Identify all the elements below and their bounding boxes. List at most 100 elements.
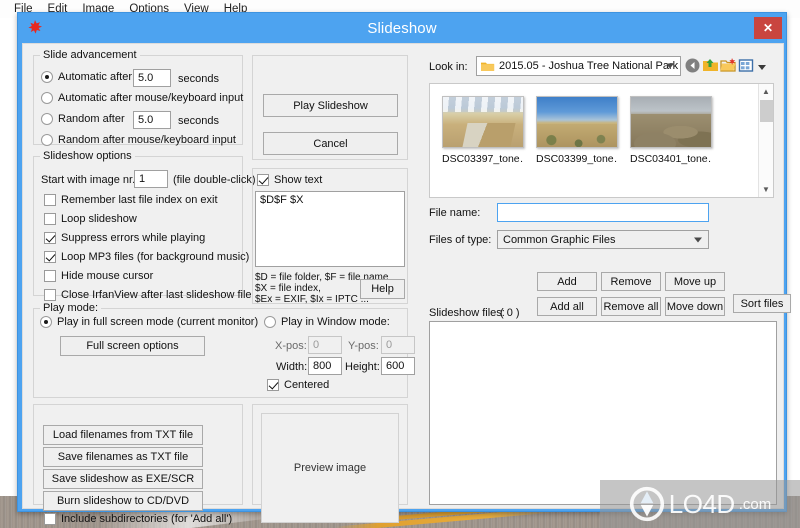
look-in-label: Look in: bbox=[429, 61, 468, 73]
sort-files-button[interactable]: Sort files bbox=[733, 294, 791, 313]
help-button[interactable]: Help bbox=[360, 279, 405, 299]
thumbnail-image bbox=[630, 96, 712, 148]
checkbox-box bbox=[44, 194, 56, 206]
xpos-label: X-pos: bbox=[275, 340, 307, 352]
start-image-label: Start with image nr.: bbox=[41, 174, 139, 186]
slideshow-files-count: ( 0 ) bbox=[500, 307, 520, 319]
checkbox-label: Show text bbox=[274, 174, 323, 186]
checkbox-label: Remember last file index on exit bbox=[61, 194, 218, 206]
checkbox-label: Loop slideshow bbox=[61, 213, 137, 225]
radio-label: Play in Window mode: bbox=[281, 316, 390, 328]
close-icon[interactable]: ✕ bbox=[754, 17, 782, 39]
fullscreen-options-button[interactable]: Full screen options bbox=[60, 336, 205, 356]
checkbox-label: Centered bbox=[284, 379, 330, 391]
radio-label: Play in full screen mode (current monito… bbox=[57, 316, 259, 328]
thumbnail-image bbox=[442, 96, 524, 148]
files-of-type-combo[interactable]: Common Graphic Files bbox=[497, 230, 709, 249]
radio-random-after[interactable]: Random after bbox=[41, 113, 125, 125]
file-name-input[interactable] bbox=[497, 203, 709, 222]
back-icon[interactable] bbox=[684, 57, 701, 74]
slideshow-files-label: Slideshow files: bbox=[429, 307, 505, 319]
start-image-hint: (file double-click) bbox=[173, 174, 256, 186]
files-of-type-label: Files of type: bbox=[429, 234, 492, 246]
checkbox-label: Suppress errors while playing bbox=[61, 232, 206, 244]
load-filenames-button[interactable]: Load filenames from TXT file bbox=[43, 425, 203, 445]
scrollbar-thumb[interactable] bbox=[760, 100, 773, 122]
radio-fullscreen-mode[interactable]: Play in full screen mode (current monito… bbox=[40, 316, 258, 328]
check-loop-slideshow[interactable]: Loop slideshow bbox=[44, 213, 137, 225]
list-item[interactable]: DSC03401_tone… bbox=[630, 96, 712, 165]
remove-all-button[interactable]: Remove all bbox=[601, 297, 661, 316]
add-all-button[interactable]: Add all bbox=[537, 297, 597, 316]
width-input[interactable] bbox=[308, 357, 342, 375]
list-item[interactable]: DSC03399_tone… bbox=[536, 96, 618, 165]
file-browser-scrollbar[interactable]: ▲ ▼ bbox=[758, 84, 773, 197]
new-folder-icon[interactable] bbox=[720, 57, 737, 74]
start-image-input[interactable] bbox=[134, 170, 168, 188]
radio-automatic-after[interactable]: Automatic after bbox=[41, 71, 132, 83]
thumbnail-label: DSC03397_tone… bbox=[442, 153, 524, 165]
auto-seconds-input[interactable] bbox=[133, 69, 171, 87]
check-include-subdirectories[interactable]: Include subdirectories (for 'Add all') bbox=[44, 513, 232, 525]
dialog-titlebar[interactable]: Slideshow ✕ bbox=[18, 13, 786, 43]
radio-random-input[interactable]: Random after mouse/keyboard input bbox=[41, 134, 236, 146]
move-up-button[interactable]: Move up bbox=[665, 272, 725, 291]
view-mode-icon[interactable] bbox=[738, 57, 755, 74]
list-item[interactable]: DSC03397_tone… bbox=[442, 96, 524, 165]
remove-button[interactable]: Remove bbox=[601, 272, 661, 291]
move-down-button[interactable]: Move down bbox=[665, 297, 725, 316]
slideshow-dialog: Slideshow ✕ Slide advancement Automatic … bbox=[17, 12, 791, 525]
checkbox-label: Hide mouse cursor bbox=[61, 270, 154, 282]
slideshow-options-legend: Slideshow options bbox=[40, 150, 135, 162]
file-name-label: File name: bbox=[429, 207, 481, 219]
overlay-hint-line-3: $Ex = EXIF, $Ix = IPTC ... bbox=[255, 294, 369, 305]
xpos-input[interactable] bbox=[308, 336, 342, 354]
scroll-up-icon[interactable]: ▲ bbox=[759, 84, 773, 99]
look-in-combo[interactable]: 2015.05 - Joshua Tree National Park bbox=[476, 56, 681, 76]
random-seconds-unit: seconds bbox=[178, 115, 219, 127]
height-input[interactable] bbox=[381, 357, 415, 375]
irfanview-icon bbox=[28, 20, 42, 34]
radio-automatic-input[interactable]: Automatic after mouse/keyboard input bbox=[41, 92, 243, 104]
checkbox-box bbox=[267, 379, 279, 391]
checkbox-label: Close IrfanView after last slideshow fil… bbox=[61, 289, 252, 301]
dialog-title: Slideshow bbox=[367, 19, 437, 37]
auto-seconds-unit: seconds bbox=[178, 73, 219, 85]
overlay-hint-line-2: $X = file index, bbox=[255, 283, 321, 294]
radio-label: Random after mouse/keyboard input bbox=[58, 134, 236, 146]
check-close-irfanview[interactable]: Close IrfanView after last slideshow fil… bbox=[44, 289, 252, 301]
check-suppress-errors[interactable]: Suppress errors while playing bbox=[44, 232, 205, 244]
look-in-value: 2015.05 - Joshua Tree National Park bbox=[499, 60, 679, 72]
check-remember-index[interactable]: Remember last file index on exit bbox=[44, 194, 218, 206]
save-slideshow-exe-button[interactable]: Save slideshow as EXE/SCR bbox=[43, 469, 203, 489]
check-hide-cursor[interactable]: Hide mouse cursor bbox=[44, 270, 153, 282]
cancel-button[interactable]: Cancel bbox=[263, 132, 398, 155]
height-label: Height: bbox=[345, 361, 380, 373]
radio-label: Automatic after bbox=[58, 71, 132, 83]
radio-dot bbox=[264, 316, 276, 328]
random-seconds-input[interactable] bbox=[133, 111, 171, 129]
add-button[interactable]: Add bbox=[537, 272, 597, 291]
scroll-down-icon[interactable]: ▼ bbox=[759, 182, 773, 197]
overlay-text-input[interactable]: $D$F $X bbox=[255, 191, 405, 267]
dialog-client-area: Slide advancement Automatic after second… bbox=[22, 43, 791, 525]
burn-slideshow-button[interactable]: Burn slideshow to CD/DVD bbox=[43, 491, 203, 511]
slideshow-files-list[interactable] bbox=[429, 321, 777, 505]
ypos-input[interactable] bbox=[381, 336, 415, 354]
play-slideshow-button[interactable]: Play Slideshow bbox=[263, 94, 398, 117]
checkbox-box bbox=[44, 270, 56, 282]
thumbnail-list: DSC03397_tone… DSC03399_tone… DSC03401_t… bbox=[430, 84, 773, 165]
file-browser-pane[interactable]: DSC03397_tone… DSC03399_tone… DSC03401_t… bbox=[429, 83, 774, 198]
radio-label: Automatic after mouse/keyboard input bbox=[58, 92, 244, 104]
view-mode-chevron-icon[interactable] bbox=[758, 65, 766, 70]
check-centered[interactable]: Centered bbox=[267, 379, 329, 391]
radio-dot bbox=[41, 71, 53, 83]
width-label: Width: bbox=[276, 361, 308, 373]
up-folder-icon[interactable] bbox=[702, 57, 719, 74]
save-filenames-button[interactable]: Save filenames as TXT file bbox=[43, 447, 203, 467]
thumbnail-label: DSC03401_tone… bbox=[630, 153, 712, 165]
slide-advancement-legend: Slide advancement bbox=[40, 49, 140, 61]
check-loop-mp3[interactable]: Loop MP3 files (for background music) bbox=[44, 251, 249, 263]
check-show-text[interactable]: Show text bbox=[257, 174, 322, 186]
radio-window-mode[interactable]: Play in Window mode: bbox=[264, 316, 390, 328]
